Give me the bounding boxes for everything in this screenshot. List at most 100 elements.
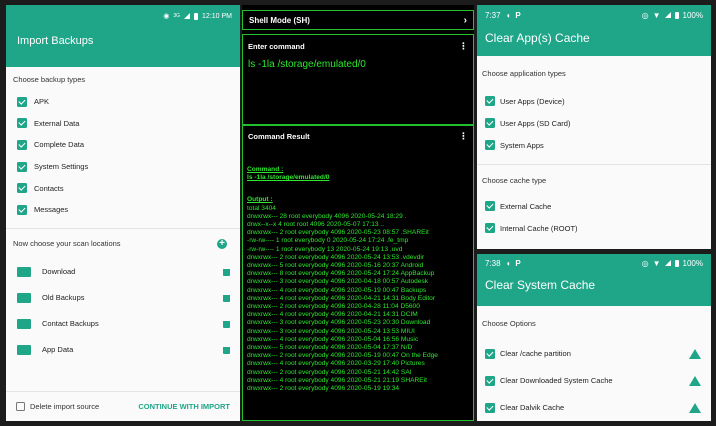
checkbox-checked[interactable] — [485, 118, 495, 128]
battery-percent: 100% — [682, 10, 703, 20]
output-line: drwxrwx--- 3 root everybody 4096 2020-05… — [247, 327, 415, 335]
whatsapp-icon: ◐ — [506, 10, 512, 20]
folder-icon — [17, 292, 31, 303]
output-line: drwxrwx--- 28 root everybody 4096 2020-0… — [247, 212, 407, 220]
backup-type-label: External Data — [34, 118, 80, 128]
warning-icon[interactable] — [689, 375, 701, 386]
checkbox-checked[interactable] — [17, 183, 27, 194]
status-bar: ◉ 3G 12:10 PM — [6, 5, 240, 27]
trash-icon[interactable] — [223, 345, 230, 355]
app-type-option-label: User Apps (Device) — [500, 96, 565, 106]
output-line: drwxrwx--- 8 root everybody 4096 2020-05… — [247, 270, 435, 278]
backup-types-list: APK External Data Complete Data System Sett… — [6, 91, 240, 221]
options-list: Clear /cache partition Clear Downloaded S… — [477, 340, 711, 421]
warning-icon[interactable] — [689, 348, 701, 359]
backup-type-option[interactable]: Contacts — [6, 177, 240, 199]
backup-type-label: APK — [34, 97, 50, 107]
more-options-icon[interactable]: ⋮ — [459, 42, 468, 51]
folder-icon — [17, 266, 31, 277]
output-line: drwxrwx--- 4 root everybody 4096 2020-05… — [247, 335, 419, 343]
output-line: drwxrwx--- 4 root everybody 4096 2020-04… — [247, 311, 418, 319]
command-echo: ls -1la /storage/emulated/0 — [247, 174, 330, 182]
output-line: drwxrwx--- 3 root everybody 4096 2020-05… — [247, 319, 431, 327]
command-heading: Command : — [247, 166, 284, 173]
battery-percent: 100% — [682, 258, 703, 268]
checkbox-checked[interactable] — [17, 96, 27, 107]
backup-type-label: Contacts — [34, 183, 64, 193]
cache-type-option-label: External Cache — [500, 201, 552, 211]
trash-icon[interactable] — [223, 267, 230, 277]
system-cache-option[interactable]: Clear Dalvik Cache — [477, 394, 711, 421]
clear-system-cache-screen: 7:38 ◐ P ◎ ▼ 100% Clear System Cache Cho… — [477, 254, 711, 421]
continue-import-button[interactable]: CONTINUE WITH IMPORT — [138, 402, 230, 411]
checkbox-checked[interactable] — [485, 140, 495, 150]
command-input[interactable]: ls -1la /storage/emulated/0 — [243, 51, 473, 70]
backup-type-option[interactable]: External Data — [6, 113, 240, 135]
cache-type-option-label: Internal Cache (ROOT) — [500, 223, 578, 233]
app-type-option[interactable]: User Apps (SD Card) — [477, 112, 711, 134]
page-title: Import Backups — [17, 35, 94, 47]
output-line: -rw-rw---- 1 root everybody 0 2020-05-24… — [247, 237, 409, 245]
output-line: drwxrwx--- 4 root everybody 4096 2020-04… — [247, 294, 436, 302]
backup-type-option[interactable]: System Settings — [6, 156, 240, 178]
checkbox-checked[interactable] — [17, 204, 27, 215]
locations-list: Download Old Backups Contact Backups App Da… — [6, 259, 240, 363]
location-label: Download — [42, 267, 76, 277]
app-types-list: User Apps (Device) User Apps (SD Card) Sys… — [477, 90, 711, 156]
checkbox-checked[interactable] — [485, 375, 495, 386]
system-cache-option[interactable]: Clear Downloaded System Cache — [477, 367, 711, 394]
location-item[interactable]: Old Backups — [6, 285, 240, 311]
chevron-right-icon: › — [463, 14, 467, 26]
option-label: Clear Dalvik Cache — [500, 403, 565, 412]
backup-type-option[interactable]: Messages — [6, 199, 240, 221]
system-cache-option[interactable]: Clear /cache partition — [477, 340, 711, 367]
location-label: Old Backups — [42, 293, 85, 303]
trash-icon[interactable] — [223, 293, 230, 303]
location-item[interactable]: Download — [6, 259, 240, 285]
shell-mode-bar[interactable]: Shell Mode (SH) › — [242, 10, 474, 30]
shell-mode-label: Shell Mode (SH) — [249, 15, 310, 25]
cache-type-option[interactable]: External Cache — [477, 195, 711, 217]
delete-source-checkbox[interactable] — [16, 402, 25, 411]
option-label: Clear /cache partition — [500, 349, 571, 358]
trash-icon[interactable] — [223, 319, 230, 329]
output-line: drwxrwx--- 3 root everybody 4096 2020-04… — [247, 278, 429, 286]
output-heading: Output : — [247, 196, 273, 204]
page-title: Clear System Cache — [485, 278, 596, 292]
location-item[interactable]: App Data — [6, 337, 240, 363]
checkbox-checked[interactable] — [17, 118, 27, 129]
checkbox-checked[interactable] — [485, 348, 495, 359]
backup-type-label: Complete Data — [34, 140, 85, 150]
status-time: 7:38 — [485, 258, 501, 268]
add-location-icon[interactable]: + — [217, 238, 227, 249]
app-type-option-label: System Apps — [500, 140, 544, 150]
delete-source-label: Delete import source — [30, 402, 100, 411]
checkbox-checked[interactable] — [485, 201, 495, 211]
output-lines: total 3404 drwxrwx--- 28 root everybody 4… — [247, 205, 469, 394]
backup-type-option[interactable]: APK — [6, 91, 240, 113]
checkbox-checked[interactable] — [485, 223, 495, 233]
wifi-icon: ▼ — [652, 258, 661, 268]
checkbox-checked[interactable] — [485, 96, 495, 106]
output-line: drwxrwx--- 4 root everybody 4096 2020-05… — [247, 286, 427, 294]
location-label: Contact Backups — [42, 319, 99, 329]
checkbox-checked[interactable] — [17, 161, 27, 172]
p-app-icon: P — [515, 258, 521, 268]
folder-icon — [17, 344, 31, 355]
result-options-icon[interactable]: ⋮ — [459, 132, 468, 141]
cache-type-option[interactable]: Internal Cache (ROOT) — [477, 217, 711, 239]
page-title: Clear App(s) Cache — [485, 31, 590, 45]
app-type-option[interactable]: System Apps — [477, 134, 711, 156]
backup-type-label: System Settings — [34, 162, 89, 172]
output-line: drwxrwx--- 2 root everybody 4096 2020-05… — [247, 253, 425, 261]
checkbox-checked[interactable] — [485, 402, 495, 413]
warning-icon[interactable] — [689, 402, 701, 413]
location-item[interactable]: Contact Backups — [6, 311, 240, 337]
output-line: drwxrwx--- 2 root everybody 4096 2020-05… — [247, 385, 400, 393]
app-type-option[interactable]: User Apps (Device) — [477, 90, 711, 112]
checkbox-checked[interactable] — [17, 139, 27, 150]
backup-type-option[interactable]: Complete Data — [6, 134, 240, 156]
battery-icon — [194, 12, 199, 20]
output-line: drwxrwx--- 2 root everybody 4096 2020-05… — [247, 352, 438, 360]
command-result-label: Command Result — [248, 132, 310, 141]
